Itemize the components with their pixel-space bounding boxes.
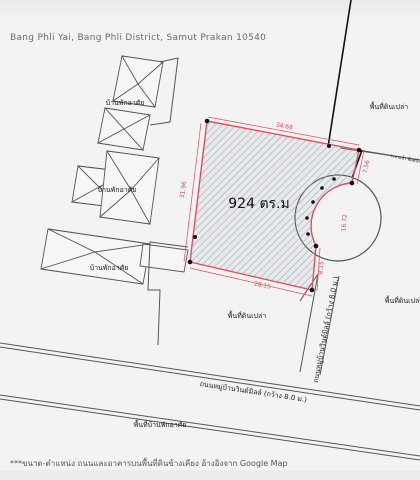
label-vacant-east: พื้นที่ดินเปล่า — [385, 294, 420, 305]
label-house-3: บ้านพักอาศัย — [90, 264, 129, 272]
label-vacant-north: พื้นที่ดินเปล่า — [370, 100, 408, 111]
plot-area-label: 924 ตร.ม — [228, 196, 289, 212]
dim-right-upper: 7.56 — [362, 159, 372, 174]
dim-bottom: 28.15 — [253, 280, 271, 290]
dim-left: 31.96 — [179, 181, 188, 199]
bottom-shading — [0, 470, 420, 480]
label-road-vertical: ถนนหมู่บ้านวินด์มิลล์ (กว้าง 8.0 ม.) — [312, 275, 341, 383]
site-plan-map: 34.68 31.96 28.15 7.56 16.72 8.15 924 ตร… — [0, 0, 420, 461]
footer-note: ***ขนาด-ตำแหน่ง ถนนและอาคารบนพื้นที่ดินข… — [10, 459, 288, 468]
power-line — [327, 0, 352, 148]
dim-right-lower: 8.15 — [317, 261, 325, 275]
label-vacant-south: พื้นที่ดินเปล่า — [228, 309, 266, 320]
label-pond-note: ระบายน้ำ พื้นที่น้ำ — [390, 151, 420, 164]
label-house-2: บ้านพักอาศัย — [98, 186, 137, 194]
label-road-horizontal: ถนนหมู่บ้านวินด์มิลล์ (กว้าง 8.0 ม.) — [199, 380, 308, 404]
map-page: Bang Phli Yai, Bang Phli District, Samut… — [0, 0, 420, 480]
house-3 — [40, 228, 189, 285]
label-house-1: บ้านพักอาศัย — [106, 99, 145, 107]
